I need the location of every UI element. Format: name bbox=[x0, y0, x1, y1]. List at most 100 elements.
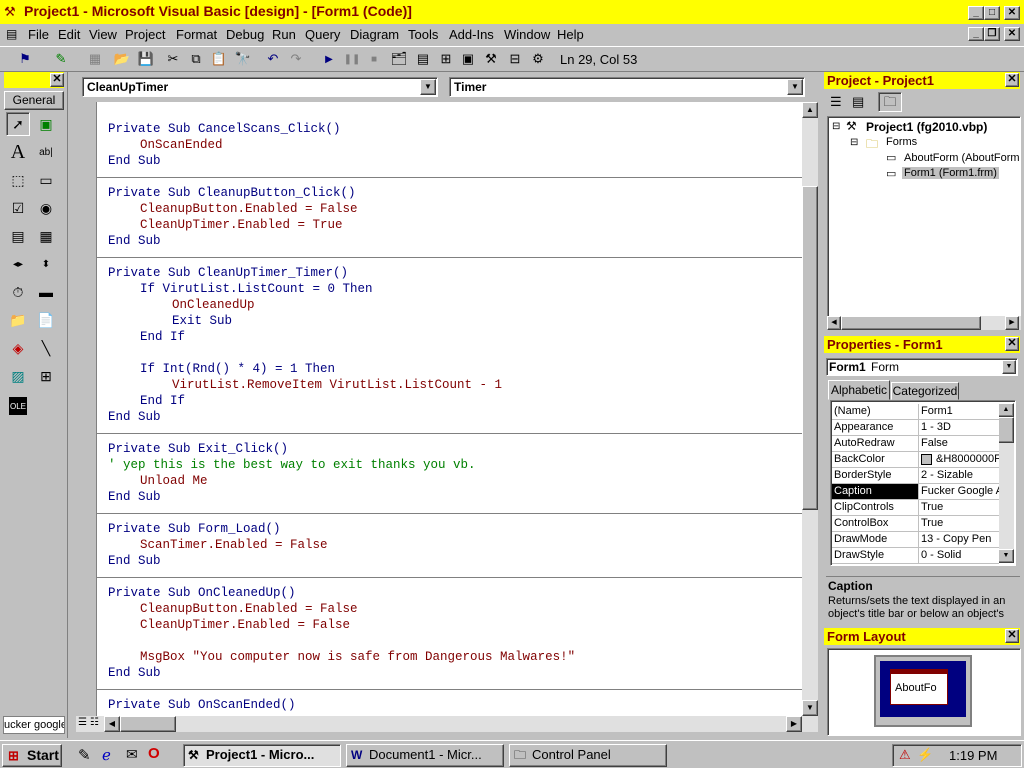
ole-tool-icon[interactable]: OLE bbox=[9, 397, 27, 415]
project-hscrollbar[interactable]: ◀ ▶ bbox=[827, 316, 1021, 330]
code-line[interactable]: End Sub bbox=[108, 666, 161, 680]
redo-icon[interactable]: ↷ bbox=[287, 50, 305, 68]
menu-help[interactable]: Help bbox=[557, 27, 584, 42]
menu-query[interactable]: Query bbox=[305, 27, 340, 42]
code-line[interactable]: CleanupButton.Enabled = False bbox=[140, 602, 358, 616]
taskbar-controlpanel-button[interactable]: 🗀 Control Panel bbox=[509, 744, 667, 767]
menu-window[interactable]: Window bbox=[504, 27, 550, 42]
property-value[interactable]: Form1 bbox=[921, 404, 999, 419]
combobox-tool-icon[interactable]: ▤ bbox=[6, 224, 30, 248]
commandbutton-tool-icon[interactable]: ▭ bbox=[34, 168, 58, 192]
scroll-left-arrow-icon[interactable]: ◀ bbox=[104, 716, 120, 732]
scroll-down-arrow-icon[interactable]: ▼ bbox=[802, 700, 818, 716]
code-vscrollbar[interactable]: ▲ ▼ bbox=[802, 102, 818, 716]
tray-app-icon[interactable]: ⚡ bbox=[917, 747, 933, 763]
copy-icon[interactable]: ⧉ bbox=[187, 50, 205, 68]
minimize-button[interactable]: _ bbox=[968, 6, 984, 20]
property-row[interactable]: Caption Fucker Google A bbox=[832, 484, 999, 500]
line-tool-icon[interactable]: ╲ bbox=[34, 336, 58, 360]
taskbar-word-button[interactable]: W Document1 - Micr... bbox=[346, 744, 504, 767]
project-hscroll-thumb[interactable] bbox=[841, 316, 981, 330]
add-project-icon[interactable]: ⚑ bbox=[16, 50, 34, 68]
doc-minimize-button[interactable]: _ bbox=[968, 27, 984, 41]
properties-close-button[interactable]: ✕ bbox=[1005, 337, 1019, 351]
add-form-icon[interactable]: ✎ bbox=[52, 50, 70, 68]
view-code-icon[interactable]: ☰ bbox=[830, 94, 842, 110]
frame-tool-icon[interactable]: ⬚ bbox=[6, 168, 30, 192]
property-value[interactable]: &H8000000F bbox=[936, 452, 999, 467]
menu-format[interactable]: Format bbox=[176, 27, 217, 42]
code-line[interactable]: CleanupButton.Enabled = False bbox=[140, 202, 358, 216]
code-line[interactable]: Private Sub OnScanEnded() bbox=[108, 698, 296, 712]
dirlistbox-tool-icon[interactable]: 📁 bbox=[6, 308, 30, 332]
properties-dropdown-arrow-icon[interactable]: ▼ bbox=[1002, 360, 1016, 374]
code-line[interactable]: Private Sub CleanupButton_Click() bbox=[108, 186, 356, 200]
tab-categorized[interactable]: Categorized bbox=[891, 382, 959, 400]
quicklaunch-outlook-icon[interactable]: ✉ bbox=[126, 746, 138, 763]
quicklaunch-desktop-icon[interactable]: ✎ bbox=[78, 746, 91, 764]
project-explorer-icon[interactable]: 🗂 bbox=[390, 50, 408, 68]
properties-object-dropdown[interactable]: Form1 Form ▼ bbox=[826, 358, 1018, 376]
code-line[interactable]: MsgBox "You computer now is safe from Da… bbox=[140, 650, 575, 664]
optionbutton-tool-icon[interactable]: ◉ bbox=[34, 196, 58, 220]
property-value[interactable]: 13 - Copy Pen bbox=[921, 532, 999, 547]
project-scroll-left-icon[interactable]: ◀ bbox=[827, 316, 841, 330]
property-row[interactable]: AutoRedraw False bbox=[832, 436, 999, 452]
forms-collapse-icon[interactable]: ⊟ bbox=[850, 137, 858, 148]
menu-editor-icon[interactable]: ▦ bbox=[86, 50, 104, 68]
code-line[interactable]: OnCleanedUp bbox=[172, 298, 255, 312]
code-line[interactable]: End Sub bbox=[108, 490, 161, 504]
textbox-tool-icon[interactable]: ab| bbox=[34, 140, 58, 164]
break-icon[interactable]: ❚❚ bbox=[343, 50, 361, 68]
property-value[interactable]: True bbox=[921, 500, 999, 515]
vscrollbar-tool-icon[interactable]: ⬍ bbox=[34, 252, 58, 276]
object-dropdown-arrow-icon[interactable]: ▼ bbox=[420, 79, 436, 95]
project-close-button[interactable]: ✕ bbox=[1005, 73, 1019, 87]
properties-window-icon[interactable]: ▤ bbox=[414, 50, 432, 68]
tree-collapse-icon[interactable]: ⊟ bbox=[832, 121, 840, 132]
image-tool-icon[interactable]: ▨ bbox=[6, 364, 30, 388]
listbox-tool-icon[interactable]: ▦ bbox=[34, 224, 58, 248]
code-line[interactable]: Unload Me bbox=[140, 474, 208, 488]
view-object-icon[interactable]: ▤ bbox=[852, 94, 864, 110]
vb-app-icon[interactable]: ⚒ bbox=[4, 4, 20, 20]
cut-icon[interactable]: ✂ bbox=[164, 50, 182, 68]
property-row[interactable]: DrawStyle 0 - Solid bbox=[832, 548, 999, 564]
quicklaunch-ie-icon[interactable]: ℯ bbox=[102, 746, 111, 764]
code-line[interactable]: ScanTimer.Enabled = False bbox=[140, 538, 328, 552]
toolbox-tab-general[interactable]: General bbox=[4, 91, 64, 110]
drivelistbox-tool-icon[interactable]: ▬ bbox=[34, 280, 58, 304]
menu-debug[interactable]: Debug bbox=[226, 27, 264, 42]
property-value[interactable]: 1 - 3D bbox=[921, 420, 999, 435]
paste-icon[interactable]: 📋 bbox=[210, 50, 228, 68]
tab-alphabetic[interactable]: Alphabetic bbox=[828, 380, 890, 400]
code-line[interactable]: End Sub bbox=[108, 410, 161, 424]
menu-addins[interactable]: Add-Ins bbox=[449, 27, 494, 42]
shape-tool-icon[interactable]: ◈ bbox=[6, 336, 30, 360]
scroll-right-arrow-icon[interactable]: ▶ bbox=[786, 716, 802, 732]
code-hscrollbar[interactable]: ☰ ☷ ◀ ▶ bbox=[76, 716, 818, 732]
properties-vscrollbar[interactable]: ▲ ▼ bbox=[998, 403, 1014, 563]
doc-close-button[interactable]: ✕ bbox=[1004, 27, 1020, 41]
end-icon[interactable]: ■ bbox=[365, 50, 383, 68]
maximize-button[interactable]: □ bbox=[984, 6, 1000, 20]
code-line[interactable]: If Int(Rnd() * 4) = 1 Then bbox=[140, 362, 335, 376]
procedure-dropdown-arrow-icon[interactable]: ▼ bbox=[787, 79, 803, 95]
property-row[interactable]: ClipControls True bbox=[832, 500, 999, 516]
property-row[interactable]: BackColor &H8000000F bbox=[832, 452, 999, 468]
pointer-tool-icon[interactable]: ➚ bbox=[6, 112, 30, 136]
data-view-icon[interactable]: ⊟ bbox=[506, 50, 524, 68]
hscrollbar-tool-icon[interactable]: ◂▸ bbox=[6, 252, 30, 276]
properties-scroll-up-icon[interactable]: ▲ bbox=[998, 403, 1014, 417]
code-line[interactable]: End Sub bbox=[108, 154, 161, 168]
scroll-thumb[interactable] bbox=[802, 186, 818, 510]
start-button[interactable]: ⊞ Start bbox=[2, 744, 62, 767]
menu-project[interactable]: Project bbox=[125, 27, 165, 42]
property-row[interactable]: ControlBox True bbox=[832, 516, 999, 532]
forms-folder-label[interactable]: Forms bbox=[886, 136, 917, 148]
property-value[interactable]: Fucker Google A bbox=[921, 484, 999, 499]
scroll-up-arrow-icon[interactable]: ▲ bbox=[802, 102, 818, 118]
properties-scroll-thumb[interactable] bbox=[998, 417, 1014, 443]
property-value[interactable]: 0 - Solid bbox=[921, 548, 999, 563]
procedure-view-icon[interactable]: ☰ bbox=[78, 717, 90, 731]
